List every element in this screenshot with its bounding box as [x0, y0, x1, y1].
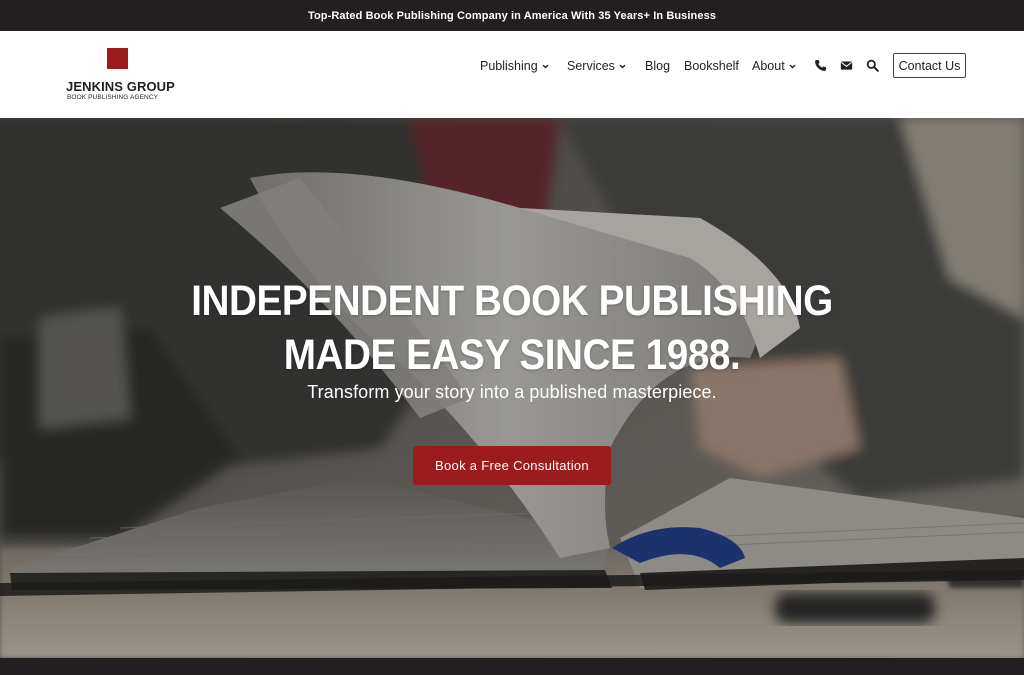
- book-consultation-button[interactable]: Book a Free Consultation: [413, 446, 611, 485]
- chevron-down-icon: [619, 64, 626, 69]
- nav-item-label: Bookshelf: [684, 59, 739, 73]
- hero-heading-line: INDEPENDENT BOOK PUBLISHING: [191, 277, 833, 325]
- hero-subheading: Transform your story into a published ma…: [307, 382, 717, 402]
- chevron-down-icon: [542, 64, 549, 69]
- nav-item-label: Publishing: [480, 59, 538, 73]
- nav-item-bookshelf[interactable]: Bookshelf: [684, 58, 739, 74]
- nav-item-services[interactable]: Services: [567, 58, 626, 74]
- main-nav: Publishing Services Blog Bookshelf About: [0, 31, 1024, 118]
- footer-strip: [0, 658, 1024, 675]
- nav-item-label: Blog: [645, 59, 671, 73]
- nav-item-blog[interactable]: Blog: [645, 58, 670, 74]
- nav-item-about[interactable]: About: [752, 58, 796, 74]
- nav-item-label: Services: [567, 59, 615, 73]
- hero-heading: INDEPENDENT BOOK PUBLISHING MADE EASY SI…: [51, 274, 973, 382]
- contact-us-button[interactable]: Contact Us: [893, 53, 966, 78]
- hero-section: INDEPENDENT BOOK PUBLISHING MADE EASY SI…: [0, 118, 1024, 658]
- announcement-text: Top-Rated Book Publishing Company in Ame…: [307, 9, 717, 22]
- hero-heading-line: MADE EASY SINCE 1988.: [283, 331, 741, 379]
- nav-item-publishing[interactable]: Publishing: [480, 58, 549, 74]
- phone-icon[interactable]: [814, 59, 827, 72]
- nav-item-label: About: [752, 59, 785, 73]
- chevron-down-icon: [789, 64, 796, 69]
- envelope-icon[interactable]: [840, 59, 853, 72]
- announcement-bar: Top-Rated Book Publishing Company in Ame…: [0, 0, 1024, 31]
- search-icon[interactable]: [866, 59, 879, 72]
- site-header: JENKINS GROUP BOOK PUBLISHING AGENCY Pub…: [0, 31, 1024, 118]
